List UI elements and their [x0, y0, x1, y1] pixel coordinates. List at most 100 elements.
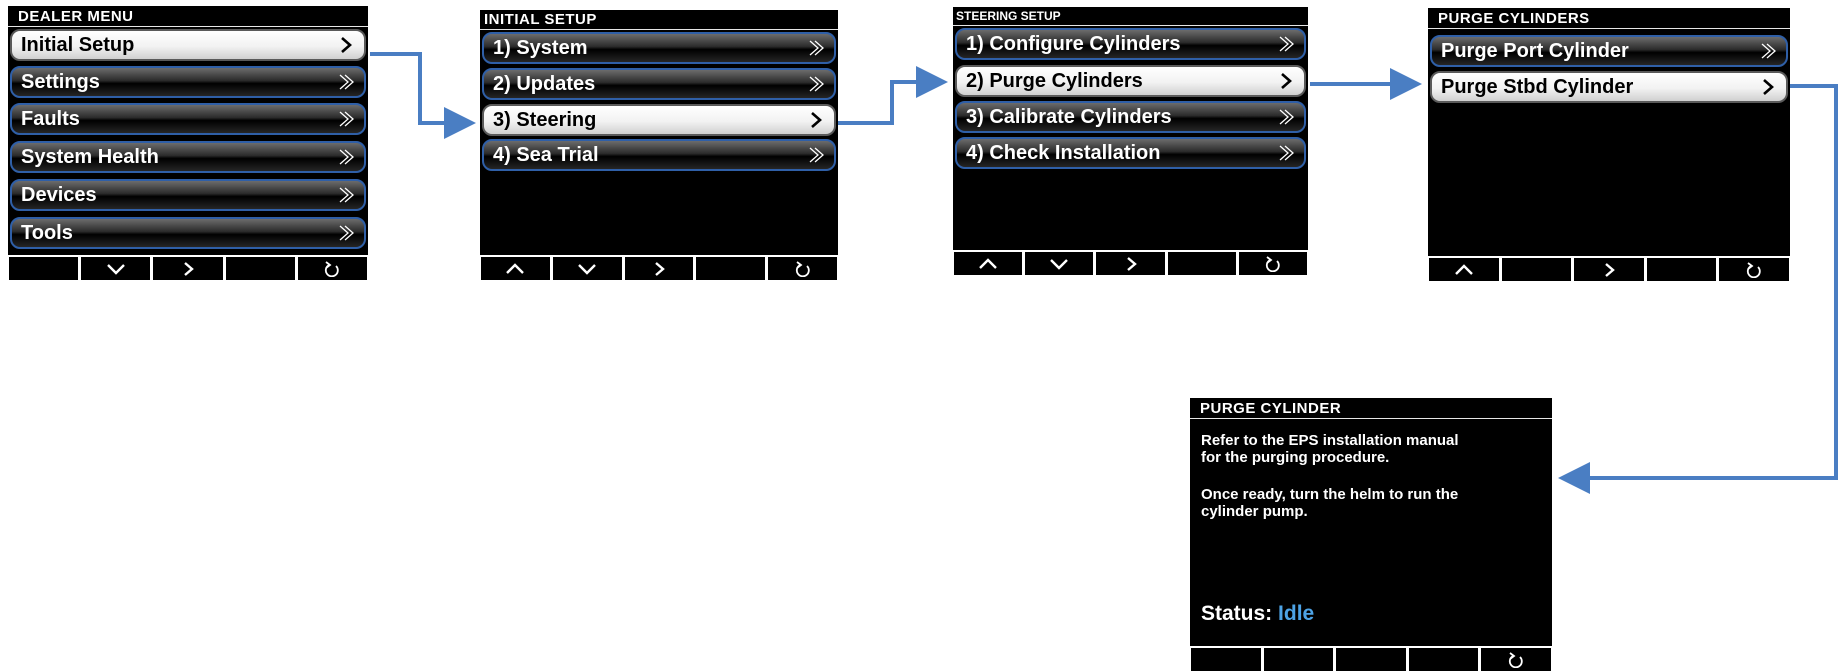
back-icon [795, 260, 810, 277]
softkey-back[interactable] [768, 257, 837, 280]
initial-setup-screen: INITIAL SETUP 1) System 2) Updates 3) St… [480, 10, 838, 280]
menu-item-label: Devices [21, 183, 97, 206]
chevron-right-icon [1279, 109, 1294, 125]
menu-item-steering[interactable]: 3) Steering [482, 104, 836, 136]
menu-item-updates[interactable]: 2) Updates [482, 68, 836, 100]
screen-title: INITIAL SETUP [480, 10, 838, 30]
purge-cylinders-screen: PURGE CYLINDERS Purge Port Cylinder Purg… [1428, 8, 1790, 281]
softkey-up[interactable] [1429, 258, 1499, 281]
menu-item-devices[interactable]: Devices [10, 179, 366, 211]
softkey-right[interactable] [153, 257, 223, 280]
steering-setup-screen: STEERING SETUP 1) Configure Cylinders 2)… [953, 7, 1308, 275]
softkey-2[interactable] [1263, 648, 1334, 671]
chevron-right-icon [655, 261, 665, 276]
chevron-down-icon [106, 263, 125, 275]
softkey-right[interactable] [624, 257, 694, 280]
softkey-1[interactable] [1191, 648, 1261, 671]
menu-item-faults[interactable]: Faults [10, 103, 366, 135]
softkey-bar [1428, 256, 1790, 281]
menu-item-label: 2) Updates [493, 72, 596, 95]
chevron-right-icon [1126, 256, 1137, 271]
menu-item-label: System Health [21, 145, 159, 168]
chevron-right-icon [339, 225, 354, 241]
back-icon [325, 260, 340, 277]
status-readout: Status: Idle [1201, 602, 1314, 626]
softkey-4[interactable] [1646, 258, 1717, 281]
menu-item-initial-setup[interactable]: Initial Setup [10, 29, 366, 61]
menu-item-label: 4) Sea Trial [493, 143, 599, 166]
chevron-right-icon [184, 261, 194, 276]
chevron-down-icon [1050, 258, 1069, 270]
chevron-right-icon [339, 111, 354, 127]
menu-item-label: 3) Steering [493, 108, 597, 131]
flow-arrow [370, 52, 476, 139]
menu-item-label: Initial Setup [21, 33, 135, 56]
chevron-right-icon [809, 147, 824, 163]
back-icon [1747, 261, 1761, 278]
menu-item-calibrate-cylinders[interactable]: 3) Calibrate Cylinders [955, 101, 1306, 133]
chevron-right-icon [339, 74, 354, 90]
softkey-back[interactable] [297, 257, 368, 280]
instruction-line: for the purging procedure. [1201, 449, 1390, 466]
screen-title: PURGE CYLINDERS [1428, 8, 1790, 29]
menu-item-system-health[interactable]: System Health [10, 141, 366, 173]
chevron-right-icon [811, 112, 822, 128]
softkey-4[interactable] [225, 257, 295, 280]
chevron-right-icon [809, 40, 824, 56]
menu-item-label: Tools [21, 221, 73, 244]
menu-item-system[interactable]: 1) System [482, 32, 836, 64]
menu-item-label: Purge Stbd Cylinder [1441, 75, 1634, 98]
menu-item-label: 4) Check Installation [966, 141, 1161, 164]
chevron-right-icon [809, 76, 824, 92]
softkey-right[interactable] [1574, 258, 1644, 281]
softkey-down[interactable] [81, 257, 151, 280]
menu-item-configure-cylinders[interactable]: 1) Configure Cylinders [955, 28, 1306, 60]
chevron-right-icon [1761, 43, 1776, 59]
chevron-right-icon [1279, 36, 1294, 52]
softkey-up[interactable] [954, 252, 1023, 275]
softkey-2[interactable] [1501, 258, 1572, 281]
status-value: Idle [1278, 602, 1315, 625]
instruction-line: Refer to the EPS installation manual [1201, 432, 1459, 449]
chevron-right-icon [339, 149, 354, 165]
menu-item-settings[interactable]: Settings [10, 66, 366, 98]
menu-item-label: Purge Port Cylinder [1441, 39, 1629, 62]
menu-item-label: Faults [21, 107, 80, 130]
softkey-back[interactable] [1719, 258, 1789, 281]
menu-item-sea-trial[interactable]: 4) Sea Trial [482, 139, 836, 171]
softkey-down[interactable] [552, 257, 622, 280]
menu-item-label: Settings [21, 70, 100, 93]
softkey-3[interactable] [1336, 648, 1406, 671]
chevron-down-icon [578, 263, 597, 275]
softkey-back[interactable] [1238, 252, 1308, 275]
screen-title: STEERING SETUP [953, 7, 1308, 26]
softkey-back[interactable] [1481, 648, 1551, 671]
menu-item-purge-stbd-cylinder[interactable]: Purge Stbd Cylinder [1430, 71, 1788, 103]
chevron-up-icon [1454, 263, 1473, 275]
chevron-right-icon [339, 187, 354, 203]
softkey-down[interactable] [1025, 252, 1094, 275]
chevron-up-icon [506, 262, 525, 274]
chevron-up-icon [979, 257, 997, 269]
instruction-line: Once ready, turn the helm to run the [1201, 486, 1459, 503]
chevron-right-icon [1281, 73, 1292, 89]
softkey-right[interactable] [1096, 252, 1165, 275]
chevron-right-icon [1279, 145, 1294, 161]
softkey-1[interactable] [9, 257, 79, 280]
chevron-right-icon [341, 37, 352, 53]
softkey-4[interactable] [696, 257, 766, 280]
status-label: Status: [1201, 602, 1273, 625]
menu-item-purge-cylinders[interactable]: 2) Purge Cylinders [955, 65, 1306, 97]
softkey-4[interactable] [1408, 648, 1479, 671]
back-icon [1509, 651, 1523, 668]
softkey-up[interactable] [481, 257, 550, 280]
softkey-4[interactable] [1167, 252, 1236, 275]
softkey-bar [1190, 646, 1552, 671]
instruction-line: cylinder pump. [1201, 503, 1308, 520]
menu-item-tools[interactable]: Tools [10, 217, 366, 249]
menu-item-label: 2) Purge Cylinders [966, 69, 1143, 92]
menu-item-check-installation[interactable]: 4) Check Installation [955, 137, 1306, 169]
softkey-bar [480, 255, 838, 280]
menu-item-purge-port-cylinder[interactable]: Purge Port Cylinder [1430, 35, 1788, 67]
chevron-right-icon [1763, 79, 1774, 95]
